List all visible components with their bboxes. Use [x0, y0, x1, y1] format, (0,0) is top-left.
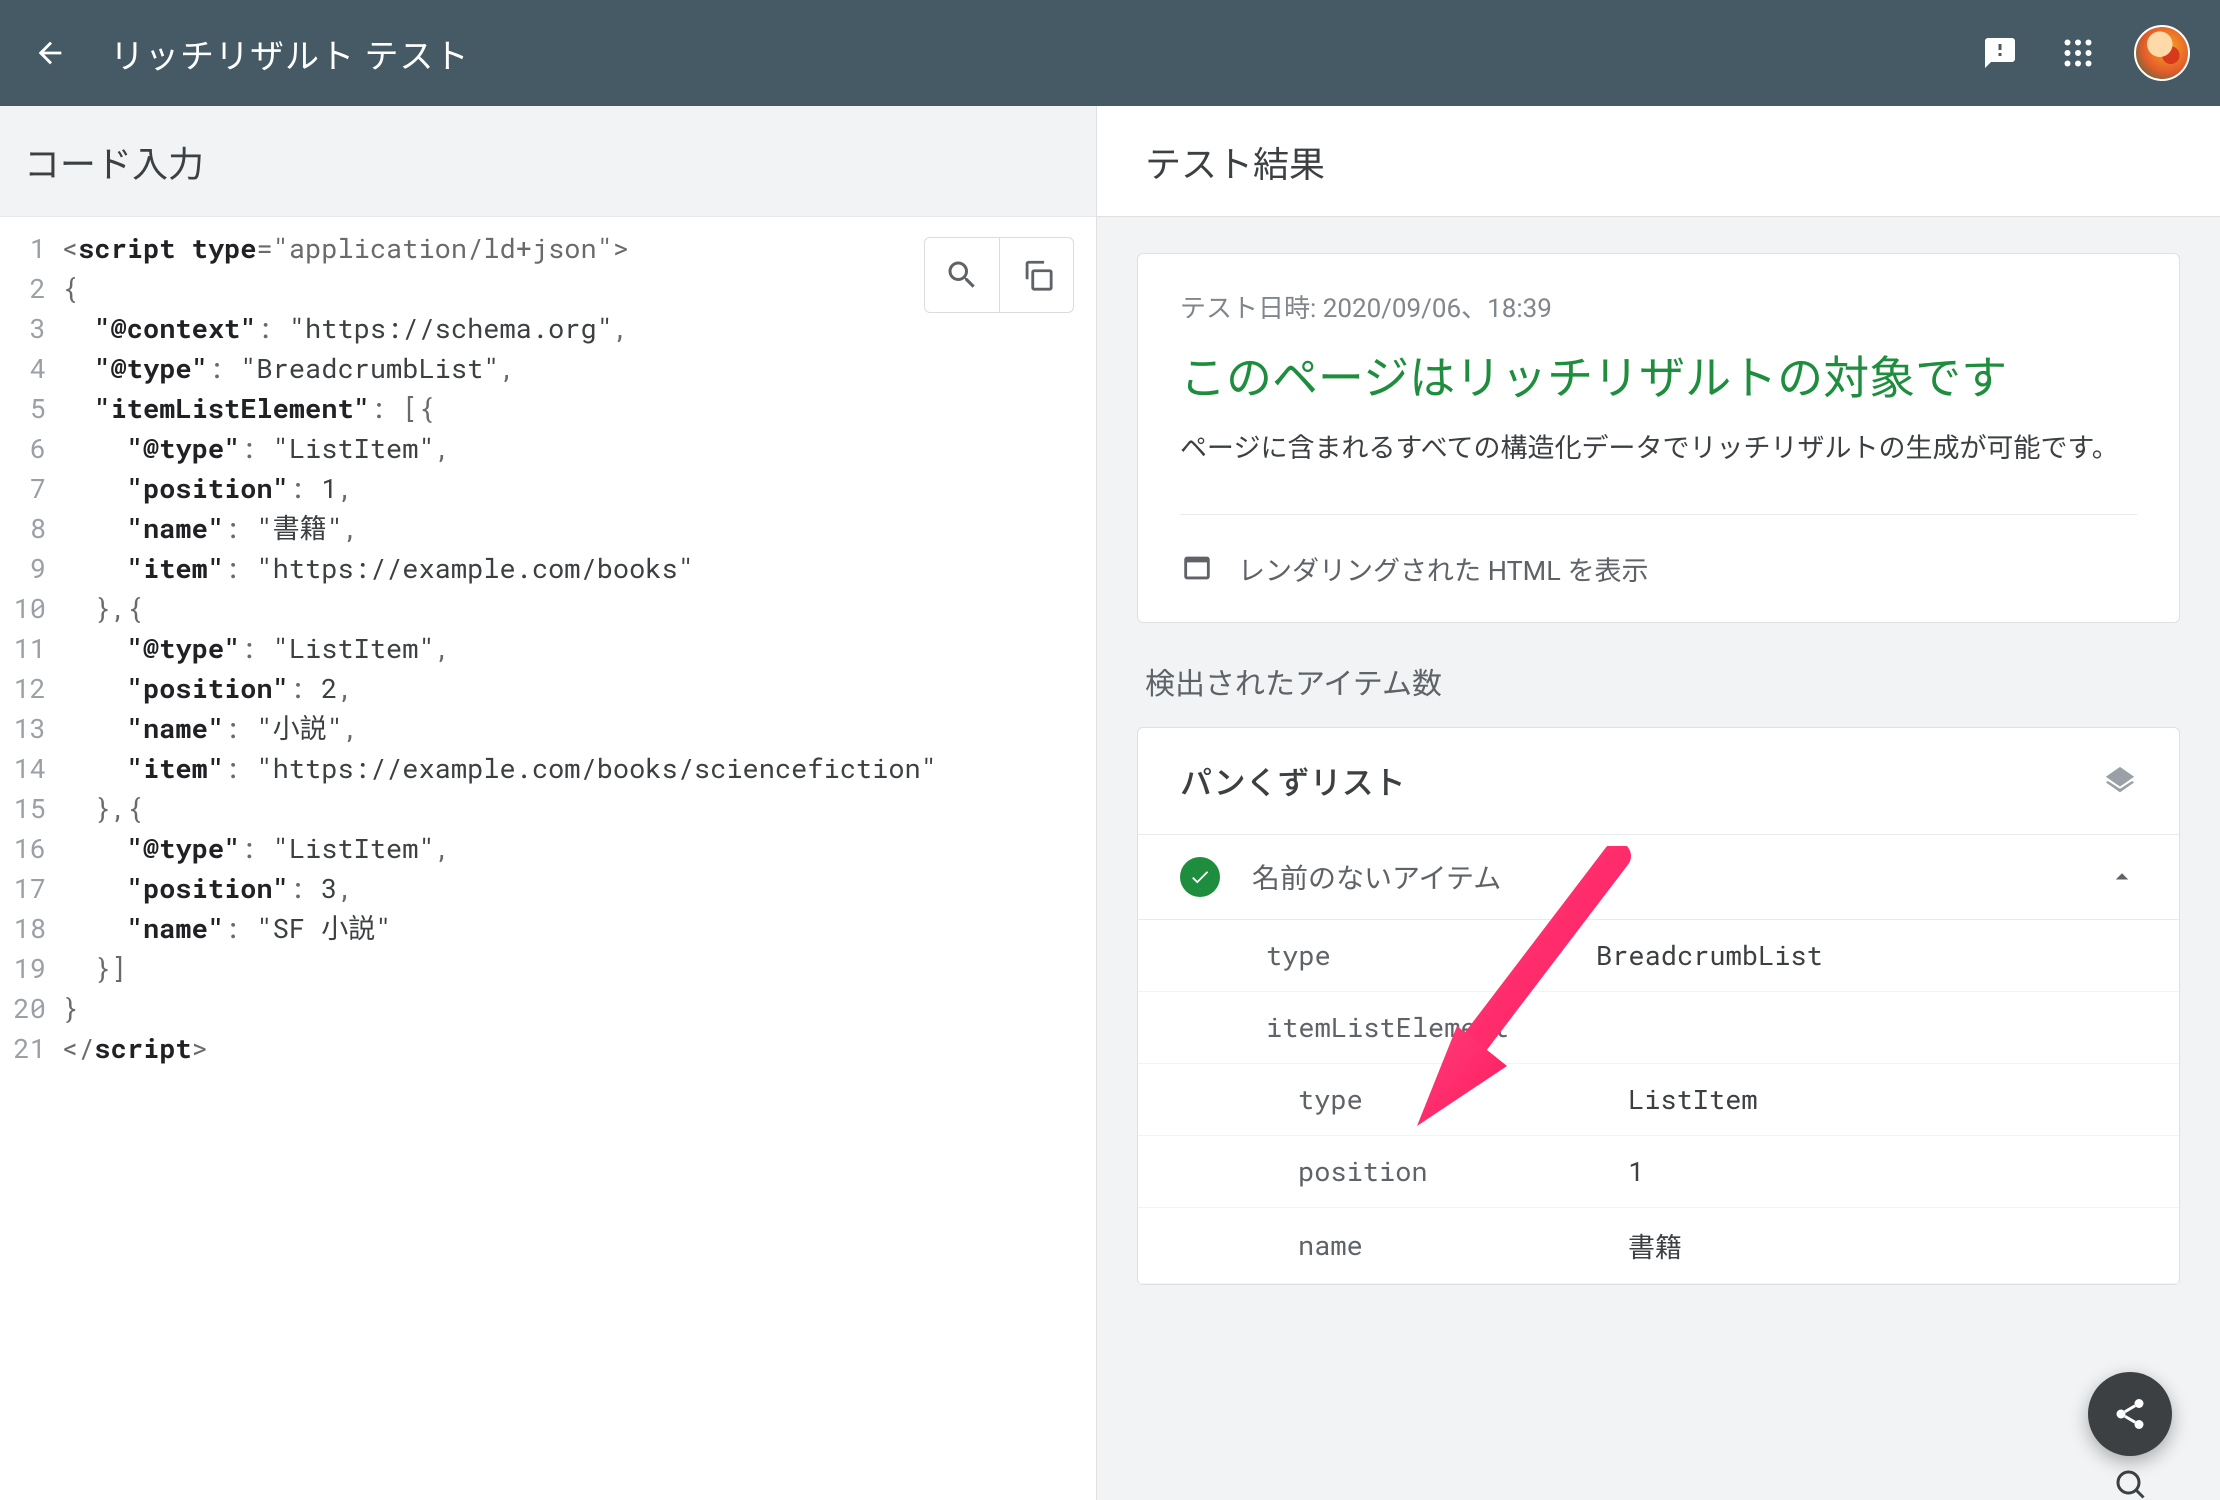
property-value: 1: [1628, 1154, 1644, 1189]
property-key: type: [1298, 1082, 1628, 1117]
search-code-button[interactable]: [925, 238, 999, 312]
breadcrumb-group-header[interactable]: パンくずリスト: [1138, 728, 2179, 835]
tested-at: テスト日時: 2020/09/06、18:39: [1180, 288, 2137, 325]
chevron-up-icon: [2107, 862, 2137, 892]
result-headline: このページはリッチリザルトの対象です: [1180, 345, 2137, 414]
property-key: position: [1298, 1154, 1628, 1189]
property-value: ListItem: [1628, 1082, 1758, 1117]
property-key: name: [1298, 1228, 1628, 1263]
property-key: type: [1266, 938, 1596, 973]
editor-body: 123456789101112131415161718192021 <scrip…: [0, 217, 1096, 1081]
detected-items-label: 検出されたアイテム数: [1137, 623, 2180, 703]
property-row: name書籍: [1138, 1208, 2179, 1284]
back-button[interactable]: [30, 33, 70, 73]
code-text[interactable]: <script type="application/ld+json">{ "@c…: [62, 229, 937, 1069]
item-properties: typeBreadcrumbListitemListElementtypeLis…: [1138, 920, 2179, 1284]
apps-icon: [2060, 35, 2096, 71]
code-pane-title: コード入力: [0, 106, 1096, 216]
web-page-icon: [1180, 551, 1214, 585]
property-row: itemListElement: [1138, 992, 2179, 1064]
property-row: typeBreadcrumbList: [1138, 920, 2179, 992]
detected-items-card: パンくずリスト 名前のないアイテム typeBreadcrumbListitem…: [1137, 727, 2180, 1285]
search-icon: [944, 257, 980, 293]
property-value: BreadcrumbList: [1596, 938, 1823, 973]
view-rendered-html[interactable]: レンダリングされた HTML を表示: [1180, 514, 2137, 622]
search-icon: [2112, 1466, 2148, 1500]
header-actions: [1978, 25, 2190, 81]
account-avatar[interactable]: [2134, 25, 2190, 81]
unnamed-item-row[interactable]: 名前のないアイテム: [1138, 835, 2179, 920]
breadcrumb-group-title: パンくずリスト: [1180, 758, 1406, 804]
arrow-left-icon: [33, 36, 67, 70]
code-editor[interactable]: 123456789101112131415161718192021 <scrip…: [0, 216, 1096, 1500]
view-rendered-html-label: レンダリングされた HTML を表示: [1238, 549, 1649, 588]
layers-icon: [2103, 764, 2137, 798]
results-pane: テスト結果 テスト日時: 2020/09/06、18:39 このページはリッチリ…: [1096, 106, 2220, 1500]
line-gutter: 123456789101112131415161718192021: [0, 229, 62, 1069]
copy-icon: [1020, 258, 1054, 292]
share-icon: [2112, 1396, 2148, 1432]
property-row: typeListItem: [1138, 1064, 2179, 1136]
property-value: 書籍: [1628, 1226, 1682, 1265]
copy-code-button[interactable]: [999, 238, 1073, 312]
code-pane: コード入力 123456789101112131415161718192021 …: [0, 106, 1096, 1500]
property-key: itemListElement: [1266, 1010, 1596, 1045]
property-row: position1: [1138, 1136, 2179, 1208]
editor-toolbar: [924, 237, 1074, 313]
feedback-button[interactable]: [1978, 31, 2022, 75]
share-fab[interactable]: [2088, 1372, 2172, 1456]
apps-button[interactable]: [2056, 31, 2100, 75]
app-title: リッチリザルト テスト: [110, 29, 1978, 78]
unnamed-item-label: 名前のないアイテム: [1252, 857, 2075, 897]
summary-card: テスト日時: 2020/09/06、18:39 このページはリッチリザルトの対象…: [1137, 253, 2180, 623]
results-title: テスト結果: [1097, 106, 2220, 217]
feedback-icon: [1982, 35, 2018, 71]
status-valid-icon: [1180, 857, 1220, 897]
search-bottom-icon: [2110, 1464, 2150, 1500]
result-description: ページに含まれるすべての構造化データでリッチリザルトの生成が可能です。: [1180, 428, 2137, 470]
app-header: リッチリザルト テスト: [0, 0, 2220, 106]
